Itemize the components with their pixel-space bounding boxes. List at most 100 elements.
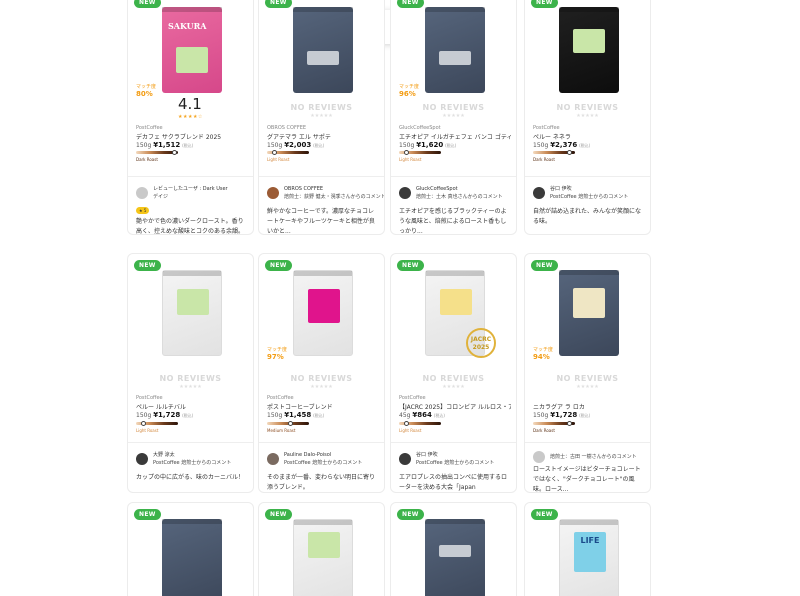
weight: 150g (533, 142, 549, 149)
price: ¥2,003 (284, 141, 312, 149)
roaster-name: PostCoffee (136, 125, 163, 131)
review-text: ローストイメージはビターチョコレートではなく、"ダークチョコレート"の風味。ロー… (533, 466, 641, 493)
roaster-name: PostCoffee (533, 125, 560, 131)
product-image (162, 270, 222, 356)
new-badge: NEW (531, 0, 558, 8)
roast-level-bar (533, 150, 575, 155)
weight: 150g (136, 142, 152, 149)
reviewer-sub: PostCoffee 焙煎士からのコメント (284, 460, 363, 466)
roast-label: Dark Roast (136, 157, 158, 162)
roast-level-marker (288, 421, 293, 426)
tax-note: (税込) (445, 143, 457, 148)
avatar (267, 187, 279, 199)
new-badge: NEW (265, 509, 292, 520)
match-percent: 96% (399, 90, 416, 98)
price: ¥1,728 (550, 411, 578, 419)
review-header: 大野 涼太 PostCoffee 焙煎士からのコメント (136, 451, 231, 467)
weight: 45g (399, 412, 411, 419)
product-image (293, 270, 353, 356)
new-badge: NEW (397, 260, 424, 271)
new-badge: NEW (134, 0, 161, 8)
product-image: LIFE (559, 519, 619, 596)
new-badge: NEW (397, 0, 424, 8)
review-text: 鮮やかなコーヒーです。濃厚なチョコレートケーキやフルーツケーキと相性が良いかと.… (267, 208, 375, 235)
product-card[interactable]: NEW SAKURA マッチ度 80% 4.1 ★★★★☆ PostCoffee… (127, 0, 254, 235)
product-image (425, 519, 485, 596)
tax-note: (税込) (313, 413, 325, 418)
product-image (293, 519, 353, 596)
reviewer-sub: PostCoffee 焙煎士からのコメント (416, 460, 495, 466)
review-section: Pauline Dalo-Poisol PostCoffee 焙煎士からのコメント… (259, 442, 384, 492)
no-reviews-text: NO REVIEWS (290, 374, 353, 383)
review-header: Pauline Dalo-Poisol PostCoffee 焙煎士からのコメント (267, 451, 362, 467)
review-section: 谷口 伊吹 PostCoffee 焙煎士からのコメント 自然が詰め込まれた、みんな… (525, 176, 650, 234)
review-text: カップの中に広がる、味のカーニバル！ (136, 474, 245, 481)
roast-label: Light Roast (399, 157, 422, 162)
bag-label (176, 47, 208, 73)
price-line: 150g ¥1,458 (税込) (267, 411, 324, 419)
product-card[interactable]: NEW (390, 502, 517, 596)
price-line: 150g ¥1,728 (税込) (533, 411, 590, 419)
tax-note: (税込) (182, 413, 194, 418)
weight: 150g (136, 412, 152, 419)
roast-level-marker (404, 150, 410, 155)
roast-label: Light Roast (399, 428, 422, 433)
rating-stars: ★★★★★ (576, 113, 599, 119)
roaster-name: PostCoffee (136, 395, 163, 401)
roast-level-marker (566, 150, 572, 155)
review-section: レビューしたユーザ : Dark User デイジ ★ 5 艶やかで色の濃いダーク… (128, 176, 253, 234)
roaster-name: PostCoffee (399, 395, 426, 401)
price: ¥1,728 (153, 411, 181, 419)
weight: 150g (267, 142, 283, 149)
price-line: 150g ¥2,376 (税込) (533, 141, 590, 149)
product-card[interactable]: NEW NO REVIEWS ★★★★★ OBROS COFFEE グアテマラ … (258, 0, 385, 235)
product-image (425, 7, 485, 93)
product-card[interactable]: NEW マッチ度 96% NO REVIEWS ★★★★★ GluckCoffe… (390, 0, 517, 235)
product-card[interactable]: NEW (258, 502, 385, 596)
bag-title: SAKURA (168, 21, 207, 31)
product-card[interactable]: NEW NO REVIEWS ★★★★★ PostCoffee ペルー ネネラ … (524, 0, 651, 235)
avatar (136, 453, 148, 465)
product-name: ポストコーヒーブレンド (267, 404, 333, 411)
review-section: 焙煎士：古田 一樹さんからのコメント ローストイメージはビターチョコレートではな… (525, 442, 650, 493)
product-card[interactable]: NEW LIFE (524, 502, 651, 596)
weight: 150g (399, 142, 415, 149)
product-card[interactable]: NEW マッチ度 94% NO REVIEWS ★★★★★ ニカラグア ラ ロカ… (524, 253, 651, 493)
avatar (399, 187, 411, 199)
product-image (293, 7, 353, 93)
price-line: 150g ¥1,728 (税込) (136, 411, 193, 419)
product-card[interactable]: NEW JACRC 2025 NO REVIEWS ★★★★★ PostCoff… (390, 253, 517, 493)
product-card[interactable]: NEW NO REVIEWS ★★★★★ PostCoffee ペルー ルルチバ… (127, 253, 254, 493)
reviewer-sub: 焙煎士：土木 真也さんからのコメント (416, 194, 503, 200)
price: ¥1,620 (416, 141, 444, 149)
no-reviews-text: NO REVIEWS (159, 374, 222, 383)
product-card[interactable]: NEW マッチ度 97% NO REVIEWS ★★★★★ PostCoffee… (258, 253, 385, 493)
bag-label (439, 545, 471, 557)
avatar (399, 453, 411, 465)
review-header: 谷口 伊吹 PostCoffee 焙煎士からのコメント (399, 451, 494, 467)
tax-note: (税込) (433, 413, 445, 418)
roast-level-bar (136, 421, 178, 426)
review-text: そのままが一番、変わらない明日に寄り添うブレンド。 (267, 474, 376, 491)
reviewer-name: レビューしたユーザ : Dark User (153, 186, 228, 192)
weight: 150g (267, 412, 283, 419)
review-section: 谷口 伊吹 PostCoffee 焙煎士からのコメント エアロプレスの抽出コンペに… (391, 442, 516, 492)
roast-level-marker (141, 421, 147, 426)
award-seal: JACRC 2025 (466, 328, 496, 358)
rating-stars: ★★★★★ (442, 113, 465, 119)
review-header: GluckCoffeeSpot 焙煎士：土木 真也さんからのコメント (399, 185, 503, 201)
bag-label (573, 288, 605, 318)
roast-level-marker (567, 421, 573, 426)
review-header: レビューしたユーザ : Dark User デイジ (136, 185, 228, 201)
review-text: 自然が詰め込まれた、みんなが笑顔になる味。 (533, 208, 642, 225)
match-percent: 80% (136, 90, 153, 98)
bag-label (308, 289, 340, 323)
price: ¥1,458 (284, 411, 312, 419)
no-reviews-text: NO REVIEWS (290, 103, 353, 112)
roast-level-bar (533, 421, 575, 426)
bag-title: LIFE (580, 536, 600, 545)
roaster-name: PostCoffee (267, 395, 294, 401)
roast-level-marker (171, 150, 177, 155)
product-card[interactable]: NEW (127, 502, 254, 596)
rating-stars: ★★★★☆ (178, 114, 203, 120)
